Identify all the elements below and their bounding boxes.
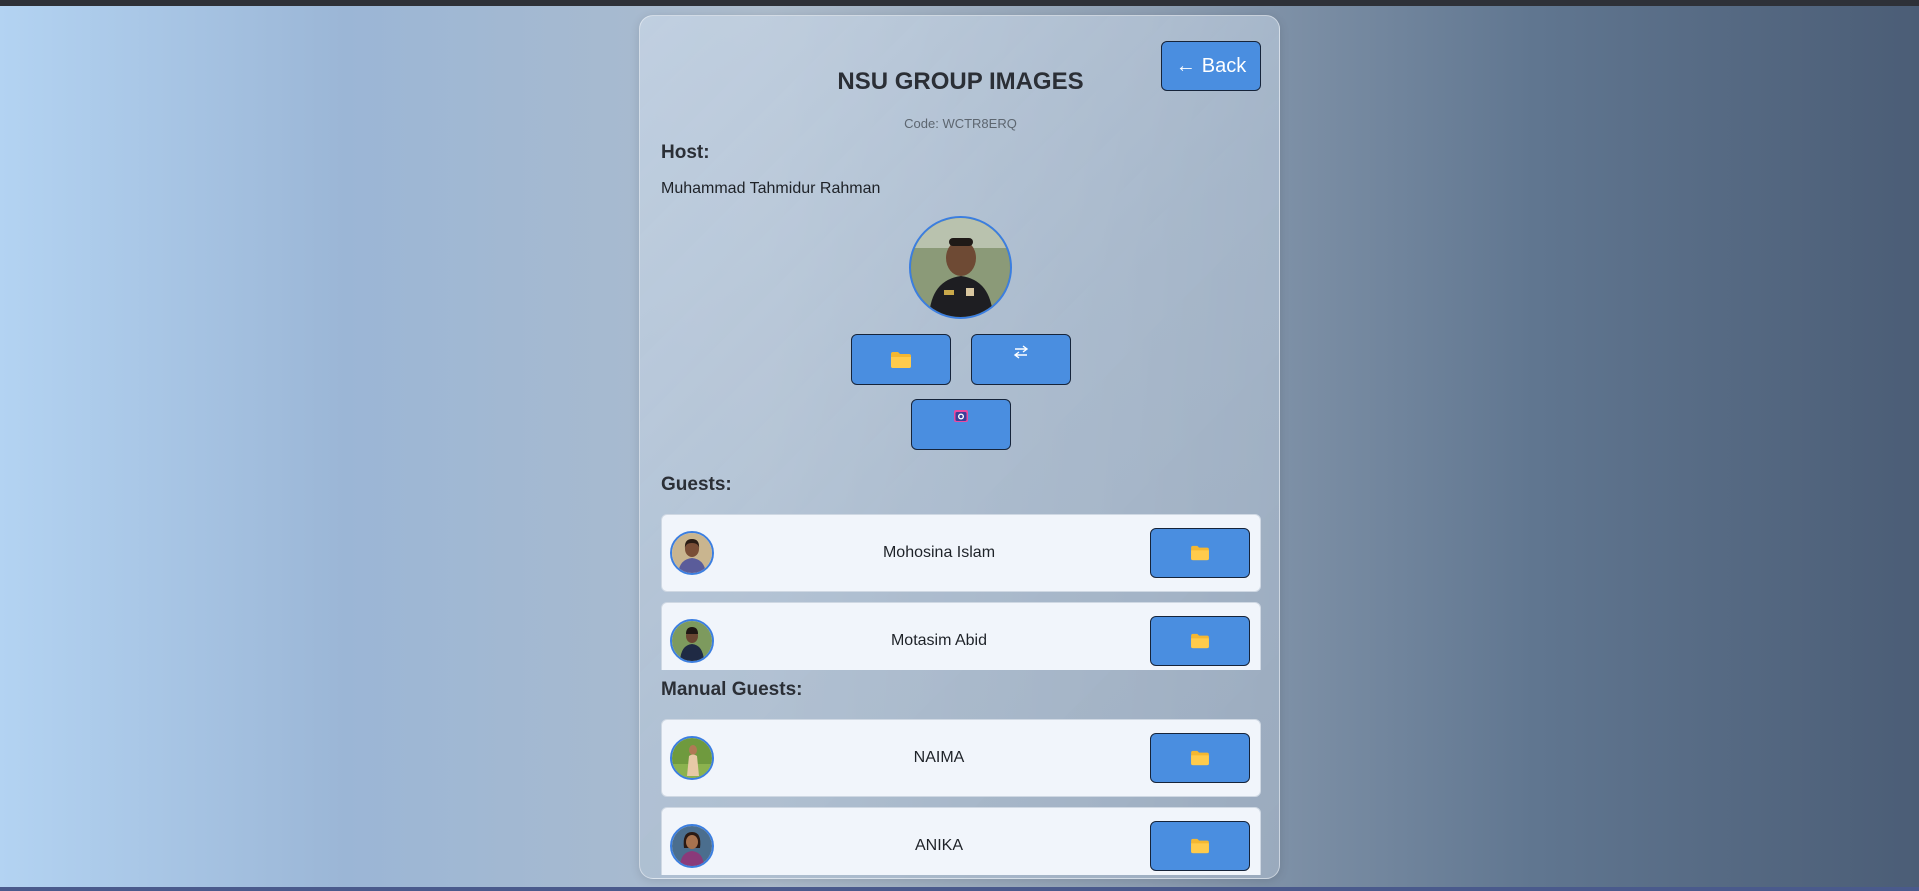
manual-guests-list[interactable]: NAIMA ANIKA <box>661 719 1261 875</box>
guest-name: ANIKA <box>914 837 963 854</box>
host-section-label: Host: <box>661 142 710 163</box>
guest-folder-button[interactable] <box>1150 821 1250 871</box>
guests-list[interactable]: Mohosina Islam Motasim Abid <box>661 514 1261 670</box>
guest-folder-button[interactable] <box>1150 616 1250 666</box>
guest-row: Mohosina Islam <box>661 514 1261 592</box>
guest-folder-button[interactable] <box>1150 528 1250 578</box>
swap-arrows-icon <box>1013 345 1029 359</box>
folder-icon <box>1190 750 1210 766</box>
host-avatar <box>909 216 1012 319</box>
guest-name: Mohosina Islam <box>882 544 996 561</box>
guest-name: NAIMA <box>913 749 965 766</box>
manual-guest-row: ANIKA <box>661 807 1261 875</box>
back-button-label: Back <box>1201 54 1247 77</box>
host-camera-button[interactable] <box>911 399 1011 450</box>
host-folder-button[interactable] <box>851 334 951 385</box>
browser-bottom-bar <box>0 887 1919 891</box>
host-name: Muhammad Tahmidur Rahman <box>661 180 881 197</box>
folder-icon <box>1190 545 1210 561</box>
manual-guests-section-label: Manual Guests: <box>661 679 803 700</box>
guests-section-label: Guests: <box>661 474 732 495</box>
folder-icon <box>1190 838 1210 854</box>
guest-folder-button[interactable] <box>1150 733 1250 783</box>
folder-icon <box>1190 633 1210 649</box>
manual-guest-row: NAIMA <box>661 719 1261 797</box>
back-arrow-icon: ← <box>1175 54 1196 77</box>
guest-row: Motasim Abid <box>661 602 1261 670</box>
browser-top-bar <box>0 0 1919 6</box>
group-card: NSU GROUP IMAGES Code: WCTR8ERQ ← Back H… <box>639 15 1280 879</box>
group-code: Code: WCTR8ERQ <box>904 116 1017 131</box>
guest-name: Motasim Abid <box>890 632 988 649</box>
camera-icon <box>953 408 969 424</box>
folder-icon <box>890 351 912 369</box>
host-swap-button[interactable] <box>971 334 1071 385</box>
back-button[interactable]: ← Back <box>1161 41 1261 91</box>
